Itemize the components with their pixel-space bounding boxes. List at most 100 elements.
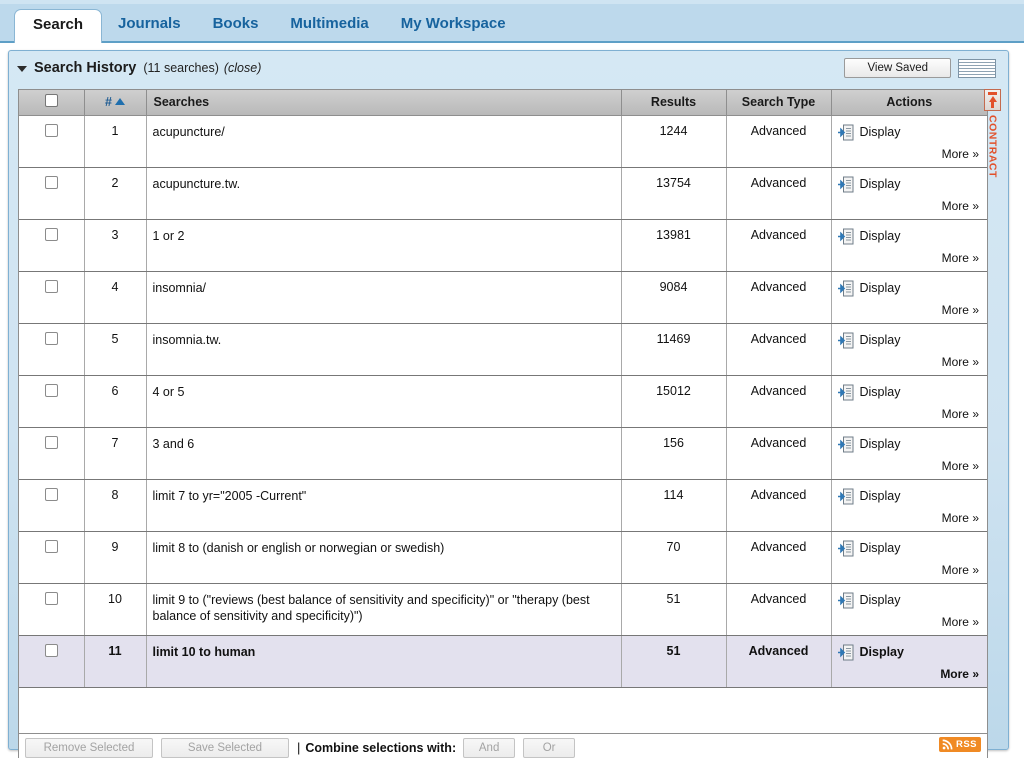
row-search-cell: limit 8 to (danish or english or norwegi… (146, 531, 622, 584)
row-search-cell: limit 10 to human (146, 635, 622, 688)
row-actions-cell: Display More » (831, 115, 987, 168)
table-row[interactable]: 31 or 2 13981 Advanced Display More » (19, 219, 987, 272)
display-action[interactable]: Display (837, 592, 982, 609)
display-action[interactable]: Display (837, 488, 982, 505)
row-search-type-cell: Advanced (726, 583, 832, 636)
more-link[interactable]: More » (838, 459, 982, 473)
row-checkbox[interactable] (44, 539, 58, 553)
tab-journals[interactable]: Journals (102, 9, 197, 41)
close-link[interactable]: (close) (224, 61, 262, 75)
results-column-header[interactable]: Results (621, 90, 727, 116)
table-row[interactable]: 11 limit 10 to human 51 Advanced Display More… (19, 635, 987, 688)
more-link[interactable]: More » (838, 303, 982, 317)
view-saved-button[interactable]: View Saved (844, 58, 951, 78)
row-checkbox[interactable] (44, 435, 58, 449)
row-select-cell[interactable] (19, 167, 85, 220)
display-action[interactable]: Display (837, 176, 982, 193)
more-link[interactable]: More » (838, 251, 982, 265)
row-checkbox[interactable] (44, 331, 58, 345)
display-action[interactable]: Display (837, 384, 982, 401)
row-checkbox[interactable] (44, 123, 58, 137)
row-checkbox[interactable] (44, 643, 58, 657)
more-link[interactable]: More » (838, 563, 982, 577)
up-arrow-icon[interactable] (984, 89, 1001, 111)
display-action[interactable]: Display (837, 540, 982, 557)
contract-panel-toggle[interactable]: CONTRACT (983, 89, 1002, 178)
row-checkbox[interactable] (44, 175, 58, 189)
search-type-column-header[interactable]: Search Type (726, 90, 832, 116)
table-row[interactable]: 1 acupuncture/1244 Advanced Display More » (19, 115, 987, 168)
table-row[interactable]: 8 limit 7 to yr="2005 -Current" 114 Advance… (19, 479, 987, 532)
row-checkbox[interactable] (44, 279, 58, 293)
more-link[interactable]: More » (838, 511, 982, 525)
combine-and-button[interactable]: And (463, 737, 516, 758)
table-row[interactable]: 9 limit 8 to (danish or english or norweg… (19, 531, 987, 584)
combine-or-button[interactable]: Or (523, 737, 576, 758)
row-checkbox[interactable] (44, 383, 58, 397)
row-select-cell[interactable] (19, 583, 85, 636)
select-all-header[interactable] (19, 90, 85, 116)
page-title: Search History (34, 60, 137, 76)
row-search-type-cell: Advanced (726, 375, 832, 428)
row-select-cell[interactable] (19, 115, 85, 168)
search-history-table-container: # Searches Results Search Type Actions 1… (18, 89, 988, 734)
number-column-header[interactable]: # (84, 90, 147, 116)
more-link[interactable]: More » (838, 355, 982, 369)
tab-search[interactable]: Search (14, 9, 103, 43)
display-label: Display (859, 541, 901, 555)
row-select-cell[interactable] (19, 375, 85, 428)
main-tab-bar: Search Journals Books Multimedia My Work… (0, 0, 1024, 43)
row-select-cell[interactable] (19, 479, 85, 532)
display-action[interactable]: Display (837, 436, 982, 453)
more-link[interactable]: More » (838, 199, 982, 213)
tab-multimedia[interactable]: Multimedia (274, 9, 384, 41)
save-selected-button[interactable]: Save Selected (161, 737, 289, 758)
rss-button[interactable]: RSS (938, 737, 981, 752)
display-action[interactable]: Display (837, 280, 982, 297)
more-link[interactable]: More » (838, 615, 982, 629)
display-label: Display (859, 489, 901, 503)
display-action[interactable]: Display (837, 124, 982, 141)
collapse-caret-icon[interactable] (17, 66, 27, 72)
row-select-cell[interactable] (19, 531, 85, 584)
tab-my-workspace[interactable]: My Workspace (385, 9, 522, 41)
row-results-cell: 13981 (621, 219, 727, 272)
row-checkbox[interactable] (44, 487, 58, 501)
display-label: Display (859, 177, 901, 191)
tab-books[interactable]: Books (197, 9, 275, 41)
more-link[interactable]: More » (838, 147, 982, 161)
table-row[interactable]: 10 limit 9 to ("reviews (best balance of … (19, 583, 987, 636)
display-action[interactable]: Display (837, 332, 982, 349)
table-row[interactable]: 4 insomnia/9084 Advanced Display More » (19, 271, 987, 324)
table-row[interactable]: 5 insomnia.tw. 11469 Advanced Display More » (19, 323, 987, 376)
table-row[interactable]: 2 acupuncture.tw. 13754 Advanced Display More… (19, 167, 987, 220)
display-action[interactable]: Display (837, 644, 982, 661)
row-select-cell[interactable] (19, 219, 85, 272)
row-select-cell[interactable] (19, 271, 85, 324)
searches-column-header[interactable]: Searches (146, 90, 622, 116)
row-search-cell: limit 7 to yr="2005 -Current" (146, 479, 622, 532)
more-link[interactable]: More » (838, 667, 982, 681)
tab-journals-label: Journals (118, 15, 181, 32)
row-checkbox[interactable] (44, 591, 58, 605)
more-link[interactable]: More » (838, 407, 982, 421)
row-actions-cell: Display More » (831, 427, 987, 480)
number-header-label: # (105, 95, 112, 110)
select-all-checkbox[interactable] (44, 94, 58, 108)
row-checkbox[interactable] (44, 227, 58, 241)
search-type-header-label: Search Type (741, 95, 816, 110)
remove-selected-button[interactable]: Remove Selected (25, 737, 153, 758)
row-number-cell: 8 (84, 479, 147, 532)
display-document-icon (837, 540, 853, 556)
tab-books-label: Books (212, 15, 259, 32)
row-search-cell: 1 or 2 (146, 219, 622, 272)
list-lines-icon[interactable] (958, 58, 996, 78)
table-row[interactable]: 64 or 5 15012 Advanced Display More » (19, 375, 987, 428)
row-select-cell[interactable] (19, 635, 85, 688)
display-action[interactable]: Display (837, 228, 982, 245)
row-search-cell: insomnia.tw. (146, 323, 622, 376)
row-number-cell: 6 (84, 375, 147, 428)
row-select-cell[interactable] (19, 427, 85, 480)
table-row[interactable]: 73 and 6 156 Advanced Display More » (19, 427, 987, 480)
row-select-cell[interactable] (19, 323, 85, 376)
